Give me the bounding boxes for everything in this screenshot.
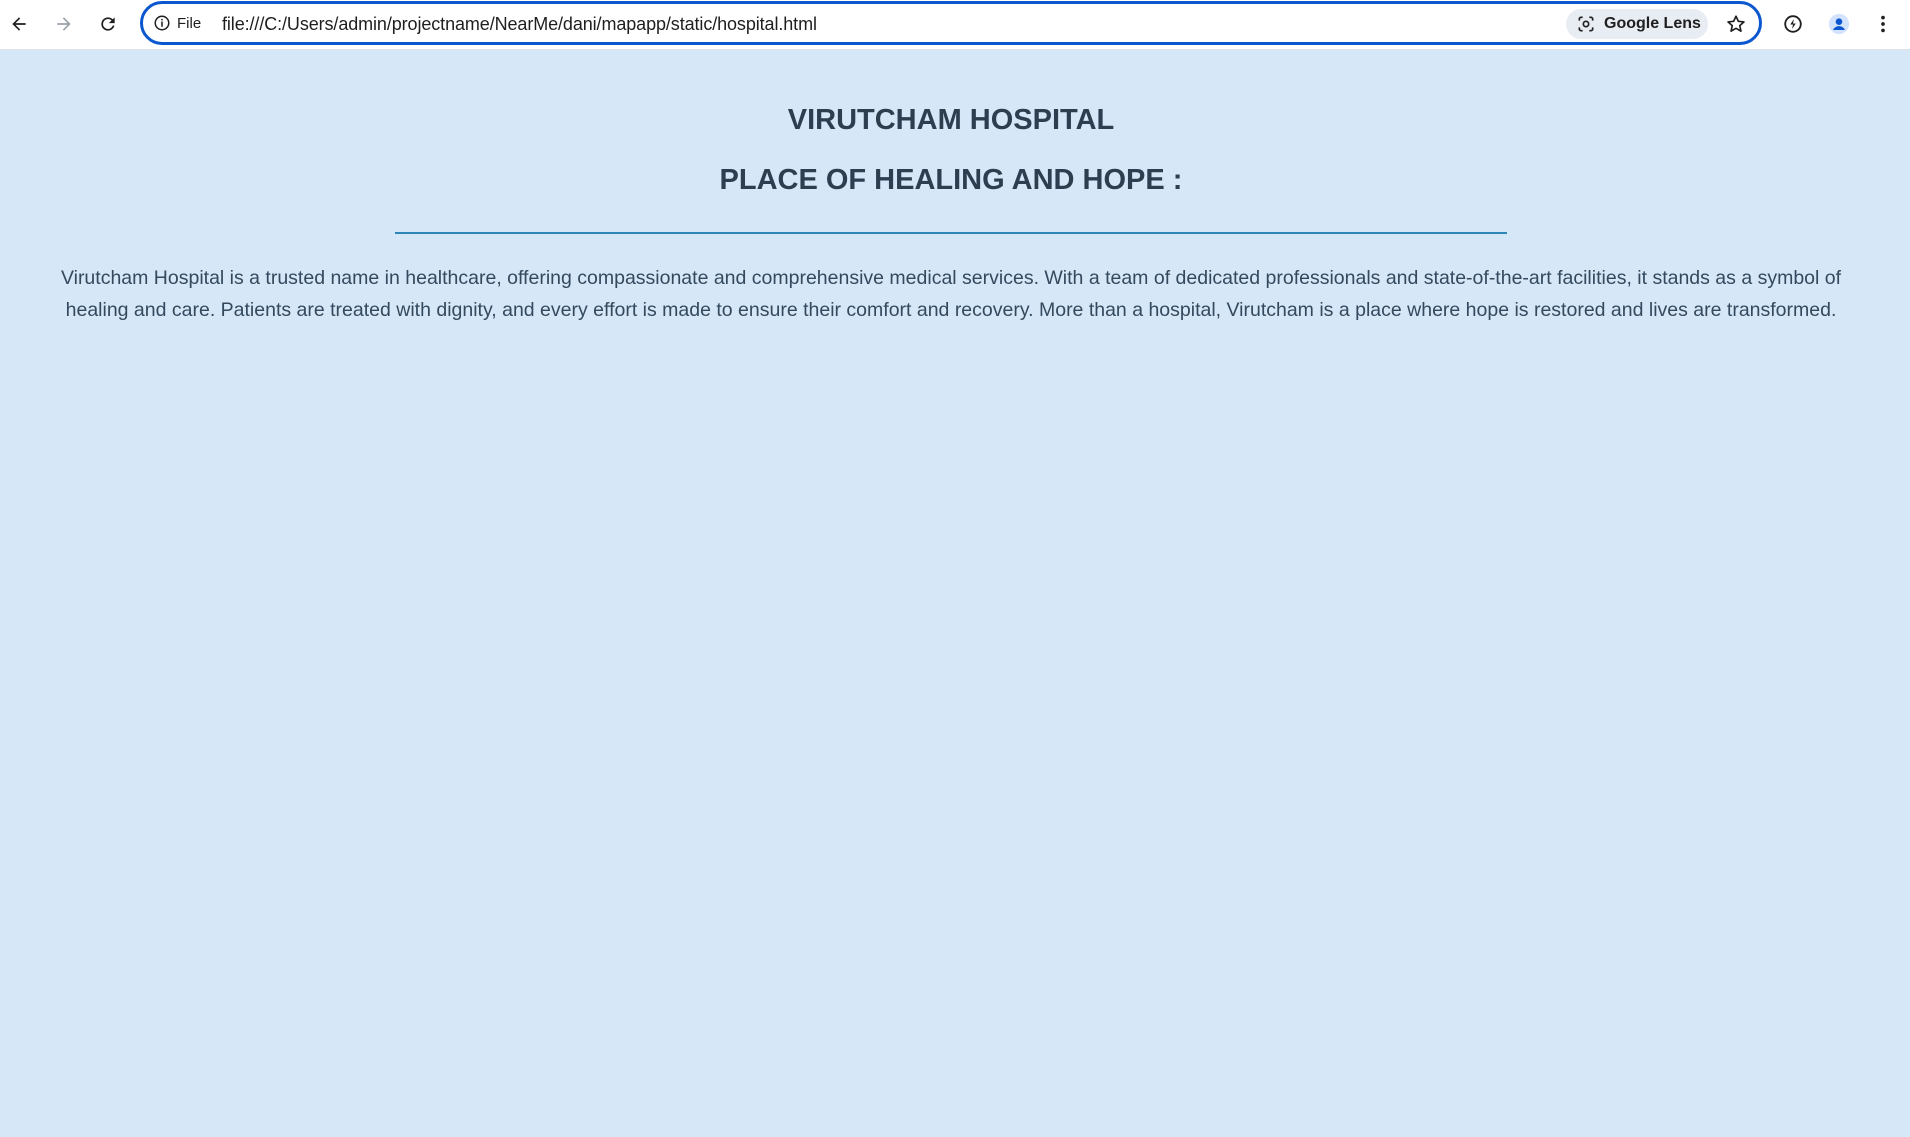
more-vert-icon xyxy=(1881,15,1885,33)
divider xyxy=(395,232,1507,234)
info-icon xyxy=(154,15,170,31)
camera-icon xyxy=(1578,16,1594,32)
avatar-icon xyxy=(1828,13,1850,35)
site-info-button[interactable]: File xyxy=(153,13,201,33)
arrow-right-icon xyxy=(57,17,71,31)
google-lens-label: Google Lens xyxy=(1604,15,1701,32)
arrow-left-icon xyxy=(12,17,26,31)
site-info-label: File xyxy=(177,14,202,32)
address-bar[interactable]: File file:///C:/Users/admin/projectname/… xyxy=(140,1,1762,45)
forward-button[interactable] xyxy=(47,7,81,41)
bookmark-button[interactable] xyxy=(1721,9,1751,39)
page-title: VIRUTCHAM HOSPITAL xyxy=(787,104,1115,136)
profile-button[interactable] xyxy=(1822,7,1856,41)
browser-menu-button[interactable] xyxy=(1866,7,1900,41)
google-lens-button[interactable]: Google Lens xyxy=(1566,9,1708,39)
performance-icon xyxy=(1784,15,1802,33)
hospital-description: Virutcham Hospital is a trusted name in … xyxy=(60,267,1842,321)
page-subtitle: PLACE OF HEALING AND HOPE : xyxy=(719,164,1183,196)
reload-button[interactable] xyxy=(91,7,125,41)
star-icon xyxy=(1727,15,1745,32)
url-text[interactable]: file:///C:/Users/admin/projectname/NearM… xyxy=(222,14,817,35)
reload-icon xyxy=(101,17,115,31)
browser-toolbar: File file:///C:/Users/admin/projectname/… xyxy=(0,0,1910,50)
performance-button[interactable] xyxy=(1776,7,1810,41)
back-button[interactable] xyxy=(2,7,36,41)
